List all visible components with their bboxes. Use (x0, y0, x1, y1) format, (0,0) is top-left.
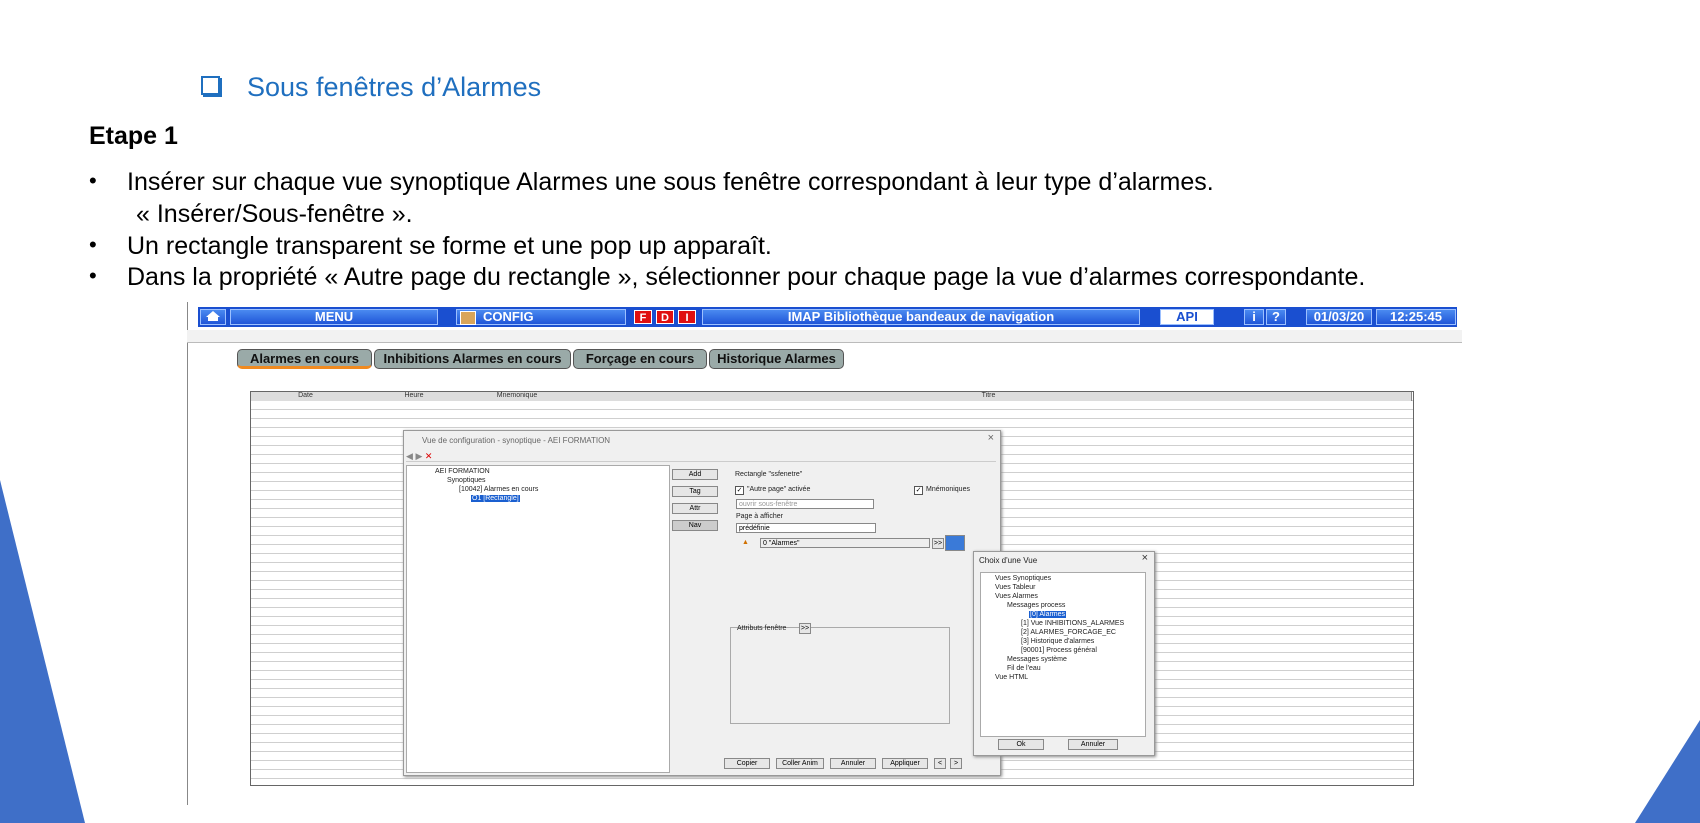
delete-icon[interactable]: ✕ (425, 451, 433, 461)
autre-page-checkbox[interactable]: ✓ (735, 486, 744, 495)
next-button[interactable]: > (950, 758, 962, 769)
page-select[interactable]: prédéfinie (736, 523, 876, 533)
ouvrir-select[interactable]: ouvrir sous-fenêtre (736, 499, 874, 509)
choix-vue-dialog: Choix d'une Vue × Vues Synoptiques Vues … (973, 551, 1155, 756)
tree-item[interactable]: Vues Alarmes (995, 593, 1038, 600)
pick-view-icon[interactable] (945, 535, 965, 551)
api-button[interactable]: API (1160, 309, 1214, 325)
view-tree: Vues Synoptiques Vues Tableur Vues Alarm… (980, 572, 1146, 737)
tree-synoptiques[interactable]: Synoptiques (447, 477, 486, 484)
checkbox-bullet-icon (201, 76, 220, 95)
forward-arrow-icon[interactable]: ▶ (415, 451, 422, 461)
appliquer-button[interactable]: Appliquer (882, 758, 928, 769)
help-icon[interactable]: ? (1266, 309, 1286, 325)
home-button[interactable] (200, 309, 226, 325)
date-display: 01/03/20 (1306, 309, 1372, 325)
attributs-group: Attributs fenêtre >> (730, 623, 950, 724)
configuration-dialog: Vue de configuration - synoptique - AEI … (403, 430, 1001, 776)
expand-button[interactable]: >> (932, 538, 944, 549)
api-label: API (1176, 309, 1198, 324)
info-icon[interactable]: i (1244, 309, 1264, 325)
alarmes-field[interactable]: 0 "Alarmes" (760, 538, 930, 548)
tree-item[interactable]: Fil de l'eau (1007, 665, 1041, 672)
tree-item[interactable]: [2] ALARMES_FORCAGE_EC (1021, 629, 1116, 636)
tab-alarmes-en-cours[interactable]: Alarmes en cours (237, 349, 372, 369)
config-button[interactable]: CONFIG (456, 309, 626, 325)
tag-button[interactable]: Tag (672, 486, 718, 497)
annuler-choice-button[interactable]: Annuler (1068, 739, 1118, 750)
bullet-dot: • (89, 232, 97, 257)
navigation-bar: MENU CONFIG F D I IMAP Bibliothèque band… (198, 307, 1457, 327)
tree-root[interactable]: AEI FORMATION (435, 468, 490, 475)
tree-item[interactable]: Messages process (1007, 602, 1065, 609)
dialog-title: Vue de configuration - synoptique - AEI … (422, 436, 611, 445)
mnemoniques-checkbox[interactable]: ✓ (914, 486, 923, 495)
column-header-date: Date (251, 392, 361, 401)
tree-item[interactable]: [1] Vue INHIBITIONS_ALARMES (1021, 620, 1124, 627)
rectangle-label: Rectangle "ssfenetre" (735, 471, 803, 478)
bullet-text-3: Dans la propriété « Autre page du rectan… (127, 263, 1366, 291)
bullet-dot: • (89, 263, 97, 288)
copier-button[interactable]: Copier (724, 758, 770, 769)
tree-rectangle-selected[interactable]: O1 [Rectangle] (471, 495, 520, 502)
tree-item[interactable]: Messages système (1007, 656, 1067, 663)
page-label: Page à afficher (736, 513, 783, 520)
choix-title: Choix d'une Vue (979, 556, 1038, 565)
mnemoniques-label: Mnémoniques (926, 486, 970, 493)
close-icon[interactable]: × (1142, 552, 1148, 564)
tree-item[interactable]: Vues Synoptiques (995, 575, 1051, 582)
fault-badge[interactable]: F (634, 310, 652, 324)
attributs-label: Attributs fenêtre (737, 625, 787, 632)
bullet-text-1: Insérer sur chaque vue synoptique Alarme… (127, 168, 1214, 196)
autre-page-label: "Autre page" activée (747, 486, 811, 493)
horizontal-scrollbar[interactable] (187, 330, 1462, 343)
tab-inhibitions[interactable]: Inhibitions Alarmes en cours (374, 349, 571, 369)
info-badge[interactable]: I (678, 310, 696, 324)
column-header-mnemonique: Mnemonique (468, 392, 567, 401)
column-header-titre: Titre (566, 392, 1412, 401)
time-display: 12:25:45 (1376, 309, 1456, 325)
tree-item[interactable]: [3] Historique d'alarmes (1021, 638, 1094, 645)
attributs-expand-button[interactable]: >> (799, 623, 811, 634)
coller-anim-button[interactable]: Coller Anim (776, 758, 824, 769)
tree-alarmes-en-cours[interactable]: [10042] Alarmes en cours (459, 486, 538, 493)
add-button[interactable]: Add (672, 469, 718, 480)
nav-button[interactable]: Nav (672, 520, 718, 531)
close-icon[interactable]: × (988, 432, 994, 444)
annuler-button[interactable]: Annuler (830, 758, 876, 769)
decorative-triangle-right (1635, 720, 1700, 823)
step-heading: Etape 1 (89, 122, 178, 150)
ok-button[interactable]: Ok (998, 739, 1044, 750)
column-header-heure: Heure (360, 392, 469, 401)
toolbar: ◀ ▶ ✕ (406, 451, 996, 462)
home-icon (206, 311, 220, 321)
tree-item[interactable]: Vues Tableur (995, 584, 1035, 591)
bullet-text-1b: « Insérer/Sous-fenêtre ». (136, 200, 413, 228)
slide-title: Sous fenêtres d’Alarmes (247, 72, 542, 102)
warning-icon: ▲ (742, 539, 749, 546)
tree-item-selected[interactable]: [0] Alarmes (1029, 611, 1067, 618)
tree-panel: AEI FORMATION Synoptiques [10042] Alarme… (406, 465, 670, 773)
defect-badge[interactable]: D (656, 310, 674, 324)
previous-button[interactable]: < (934, 758, 946, 769)
bullet-text-2: Un rectangle transparent se forme et une… (127, 232, 772, 260)
navbar-title: IMAP Bibliothèque bandeaux de navigation (702, 309, 1140, 325)
tree-item[interactable]: [90001] Process général (1021, 647, 1097, 654)
menu-button[interactable]: MENU (230, 309, 438, 325)
tree-item[interactable]: Vue HTML (995, 674, 1028, 681)
back-arrow-icon[interactable]: ◀ (406, 451, 413, 461)
bullet-dot: • (89, 168, 97, 193)
tab-forcage[interactable]: Forçage en cours (573, 349, 707, 369)
decorative-triangle-left (0, 480, 85, 823)
attr-button[interactable]: Attr (672, 503, 718, 514)
user-icon (460, 311, 476, 325)
config-label: CONFIG (483, 309, 534, 324)
tab-historique[interactable]: Historique Alarmes (709, 349, 844, 369)
